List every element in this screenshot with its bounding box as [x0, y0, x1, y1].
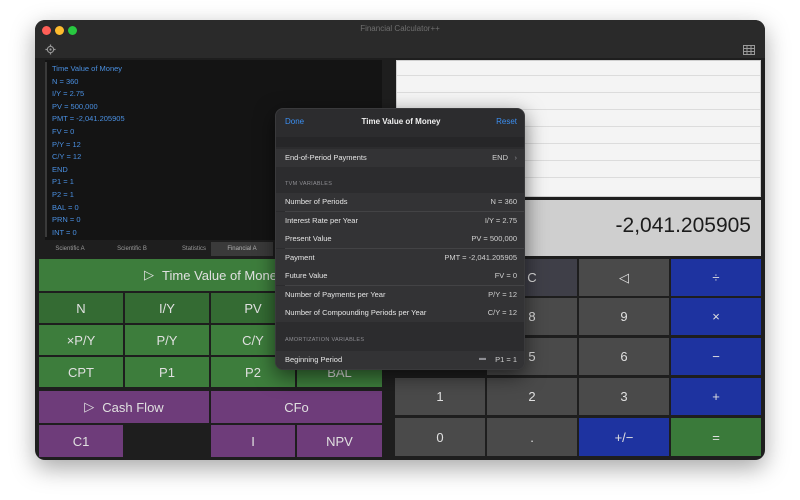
tvm-variable-label: Interest Rate per Year	[285, 215, 358, 225]
tvm-variable-row[interactable]: Future Value FV = 0	[276, 267, 524, 285]
tvm-variable-value: FV = 0	[494, 271, 517, 280]
tvm-variable-value: N = 360	[490, 197, 517, 206]
key-decimal[interactable]: .	[487, 418, 577, 456]
tape-line: I/Y = 2.75	[52, 89, 85, 99]
payment-timing-value: END	[492, 153, 508, 162]
tvm-button-label: Time Value of Mone	[162, 267, 277, 283]
tvm-variable-value: I/Y = 2.75	[484, 215, 517, 225]
key-p-y[interactable]: P/Y	[125, 325, 209, 355]
tvm-variables-header: TVM VARIABLES	[285, 181, 333, 187]
tape-line: INT = 0	[52, 227, 77, 237]
key-cfo[interactable]: CFo	[211, 391, 382, 423]
key-p1[interactable]: P1	[125, 357, 209, 387]
tape-line: PV = 500,000	[52, 101, 98, 111]
key-multiply[interactable]: ×	[671, 298, 761, 335]
key-i-y[interactable]: I/Y	[125, 293, 209, 323]
tape-line: PRN = 0	[52, 215, 81, 225]
title-bar: Financial Calculator++	[35, 20, 765, 58]
tape-line: Time Value of Money	[52, 64, 123, 73]
key-1[interactable]: 1	[395, 378, 485, 415]
tvm-variable-label: Number of Payments per Year	[285, 289, 386, 299]
tvm-variable-row[interactable]: Payment PMT = -2,041.205905	[276, 248, 524, 267]
key-9[interactable]: 9	[579, 298, 669, 335]
header-divider	[276, 137, 524, 147]
tvm-variable-value: P/Y = 12	[488, 289, 517, 299]
key-i[interactable]: I	[211, 425, 295, 457]
key-6[interactable]: 6	[579, 338, 669, 375]
play-arrow-icon: ▷	[84, 399, 95, 414]
tvm-variable-label: Number of Periods	[285, 197, 348, 206]
tvm-variable-label: Future Value	[285, 271, 328, 280]
tvm-variable-row[interactable]: Present Value PV = 500,000	[276, 230, 524, 248]
tape-scroll-indicator	[45, 62, 47, 237]
done-button[interactable]: Done	[285, 117, 304, 126]
key-equals[interactable]: =	[671, 418, 761, 456]
tab-scientific-b[interactable]: Scientific B	[101, 242, 163, 256]
tvm-variable-value: C/Y = 12	[487, 308, 517, 317]
play-arrow-icon: ▷	[144, 267, 155, 282]
tvm-variable-value: PV = 500,000	[471, 234, 517, 243]
tvm-variable-label: Present Value	[285, 234, 332, 243]
window-title: Financial Calculator++	[360, 24, 440, 33]
tab-financial-a[interactable]: Financial A	[211, 242, 273, 256]
amortization-row-label: Beginning Period	[285, 355, 343, 364]
key-backspace[interactable]: ◁	[579, 259, 669, 296]
key-3[interactable]: 3	[579, 378, 669, 415]
key-npv[interactable]: NPV	[297, 425, 382, 457]
table-icon[interactable]	[743, 42, 755, 60]
amortization-variables-header: AMORTIZATION VARIABLES	[285, 337, 365, 343]
paper-rule	[397, 75, 760, 76]
reset-button[interactable]: Reset	[496, 117, 517, 126]
tape-line: P2 = 1	[52, 190, 74, 199]
tape-line: PMT = -2,041.205905	[52, 114, 125, 124]
tape-line: BAL = 0	[52, 202, 79, 212]
settings-gear-icon[interactable]	[45, 42, 56, 60]
tvm-variable-row[interactable]: Number of Periods N = 360	[276, 193, 524, 211]
tvm-variable-value: PMT = -2,041.205905	[444, 252, 517, 262]
tvm-variable-label: Number of Compounding Periods per Year	[285, 308, 427, 317]
key-divide[interactable]: ÷	[671, 259, 761, 296]
sheet-header: Time Value of Money Done Reset	[276, 109, 524, 137]
tvm-variable-label: Payment	[285, 252, 315, 262]
key-plus-minus[interactable]: +/−	[579, 418, 669, 456]
tape-line: FV = 0	[52, 127, 75, 136]
key-0[interactable]: 0	[395, 418, 485, 456]
amortization-row[interactable]: Beginning Period ▬ P1 = 1	[276, 351, 524, 369]
tape-line: P1 = 1	[52, 177, 74, 187]
paper-rule	[397, 92, 760, 93]
tape-line: P/Y = 12	[52, 139, 81, 149]
tape-line: N = 360	[52, 76, 79, 86]
edit-field-icon: ▬	[479, 355, 486, 362]
key-plus[interactable]: +	[671, 378, 761, 415]
tvm-variable-row[interactable]: Number of Compounding Periods per Year C/…	[276, 304, 524, 322]
tvm-variable-row[interactable]: Interest Rate per Year I/Y = 2.75	[276, 211, 524, 230]
chevron-right-icon: ›	[514, 153, 518, 162]
tape-line: C/Y = 12	[52, 152, 82, 162]
key-n[interactable]: N	[39, 293, 123, 323]
tvm-worksheet-sheet: Time Value of Money Done Reset End-of-Pe…	[275, 108, 525, 370]
cash-flow-button[interactable]: ▷ Cash Flow	[39, 391, 209, 423]
key-cpt[interactable]: CPT	[39, 357, 123, 387]
key-2[interactable]: 2	[487, 378, 577, 415]
payment-timing-row[interactable]: End-of-Period Payments END ›	[276, 149, 524, 167]
key-minus[interactable]: −	[671, 338, 761, 375]
sheet-title: Time Value of Money	[361, 117, 441, 126]
display-value: -2,041.205905	[615, 214, 751, 237]
amortization-row-value: P1 = 1	[495, 355, 517, 364]
key-times-p-y[interactable]: ×P/Y	[39, 325, 123, 355]
payment-timing-label: End-of-Period Payments	[285, 153, 367, 162]
cash-flow-label: Cash Flow	[102, 399, 164, 415]
key-c1[interactable]: C1	[39, 425, 123, 457]
tape-line: END	[52, 164, 68, 174]
tvm-variable-row[interactable]: Number of Payments per Year P/Y = 12	[276, 285, 524, 304]
tab-scientific-a[interactable]: Scientific A	[39, 242, 101, 256]
